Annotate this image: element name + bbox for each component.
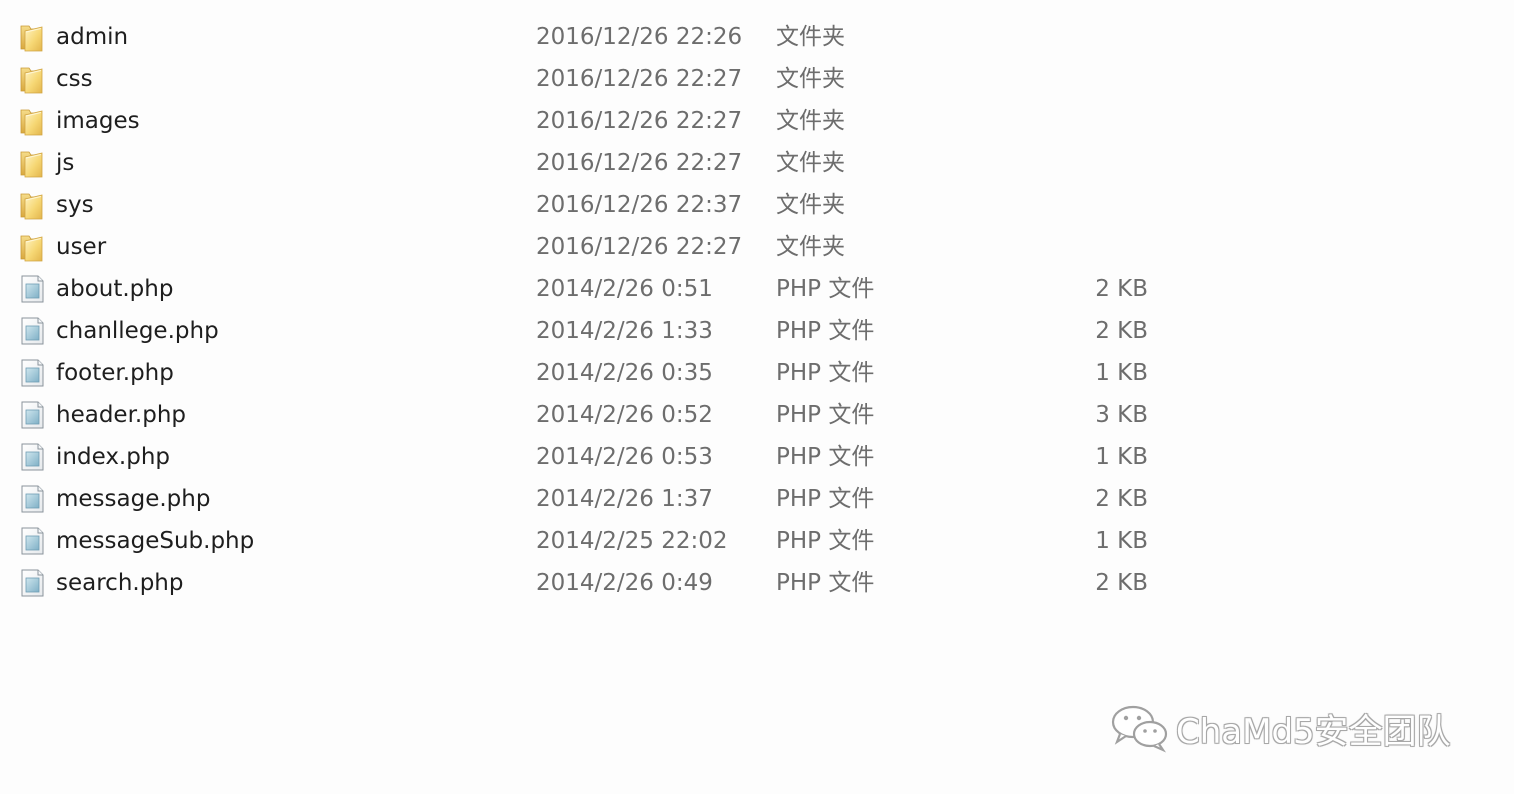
file-size: 2 KB [1095, 570, 1148, 596]
file-type: 文件夹 [776, 108, 845, 134]
file-name: chanllege.php [56, 318, 219, 344]
file-size: 2 KB [1095, 318, 1148, 344]
file-row-admin[interactable]: admin 2016/12/26 22:26 文件夹 [0, 16, 1514, 58]
file-date: 2014/2/26 0:51 [536, 276, 713, 302]
file-row-user[interactable]: user 2016/12/26 22:27 文件夹 [0, 226, 1514, 268]
file-type: PHP 文件 [776, 318, 875, 344]
file-row-js[interactable]: js 2016/12/26 22:27 文件夹 [0, 142, 1514, 184]
folder-icon [18, 148, 46, 178]
file-name: css [56, 66, 93, 92]
file-list: admin 2016/12/26 22:26 文件夹 css 2016/12/2… [0, 16, 1514, 604]
file-name: index.php [56, 444, 171, 470]
file-name: admin [56, 24, 129, 50]
file-row-about-php[interactable]: about.php 2014/2/26 0:51 PHP 文件 2 KB [0, 268, 1514, 310]
folder-icon [18, 232, 46, 262]
file-date: 2014/2/26 1:37 [536, 486, 713, 512]
folder-icon [18, 22, 46, 52]
file-name: message.php [56, 486, 211, 512]
file-date: 2014/2/26 0:52 [536, 402, 713, 428]
file-size: 3 KB [1095, 402, 1148, 428]
file-row-search-php[interactable]: search.php 2014/2/26 0:49 PHP 文件 2 KB [0, 562, 1514, 604]
file-size: 1 KB [1095, 528, 1148, 554]
file-name: messageSub.php [56, 528, 255, 554]
php-file-icon [18, 484, 46, 514]
file-date: 2014/2/26 1:33 [536, 318, 713, 344]
file-date: 2016/12/26 22:27 [536, 150, 743, 176]
file-type: PHP 文件 [776, 360, 875, 386]
file-type: 文件夹 [776, 150, 845, 176]
php-file-icon [18, 526, 46, 556]
file-date: 2014/2/25 22:02 [536, 528, 728, 554]
file-type: 文件夹 [776, 66, 845, 92]
file-date: 2014/2/26 0:53 [536, 444, 713, 470]
file-name: header.php [56, 402, 187, 428]
wechat-icon [1111, 705, 1168, 753]
folder-icon [18, 64, 46, 94]
file-type: PHP 文件 [776, 276, 875, 302]
file-row-css[interactable]: css 2016/12/26 22:27 文件夹 [0, 58, 1514, 100]
file-row-sys[interactable]: sys 2016/12/26 22:37 文件夹 [0, 184, 1514, 226]
file-date: 2016/12/26 22:27 [536, 108, 743, 134]
file-type: 文件夹 [776, 192, 845, 218]
file-name: search.php [56, 570, 184, 596]
watermark: ChaMd5安全团队 [1110, 700, 1451, 756]
file-size: 1 KB [1095, 360, 1148, 386]
file-name: footer.php [56, 360, 174, 386]
file-type: PHP 文件 [776, 570, 875, 596]
file-date: 2016/12/26 22:27 [536, 66, 743, 92]
file-type: PHP 文件 [776, 444, 875, 470]
file-name: images [56, 108, 140, 134]
php-file-icon [18, 568, 46, 598]
file-row-images[interactable]: images 2016/12/26 22:27 文件夹 [0, 100, 1514, 142]
file-date: 2014/2/26 0:49 [536, 570, 713, 596]
file-name: about.php [56, 276, 174, 302]
file-type: 文件夹 [776, 234, 845, 260]
watermark-text: ChaMd5安全团队 [1176, 711, 1451, 752]
file-size: 2 KB [1095, 276, 1148, 302]
php-file-icon [18, 400, 46, 430]
file-type: 文件夹 [776, 24, 845, 50]
file-row-messagesub-php[interactable]: messageSub.php 2014/2/25 22:02 PHP 文件 1 … [0, 520, 1514, 562]
file-row-footer-php[interactable]: footer.php 2014/2/26 0:35 PHP 文件 1 KB [0, 352, 1514, 394]
file-size: 2 KB [1095, 486, 1148, 512]
file-type: PHP 文件 [776, 486, 875, 512]
file-date: 2014/2/26 0:35 [536, 360, 713, 386]
php-file-icon [18, 358, 46, 388]
file-row-header-php[interactable]: header.php 2014/2/26 0:52 PHP 文件 3 KB [0, 394, 1514, 436]
folder-icon [18, 106, 46, 136]
file-name: user [56, 234, 107, 260]
file-name: js [56, 150, 75, 176]
file-type: PHP 文件 [776, 402, 875, 428]
file-row-message-php[interactable]: message.php 2014/2/26 1:37 PHP 文件 2 KB [0, 478, 1514, 520]
file-date: 2016/12/26 22:37 [536, 192, 743, 218]
file-row-index-php[interactable]: index.php 2014/2/26 0:53 PHP 文件 1 KB [0, 436, 1514, 478]
file-row-chanllege-php[interactable]: chanllege.php 2014/2/26 1:33 PHP 文件 2 KB [0, 310, 1514, 352]
file-size: 1 KB [1095, 444, 1148, 470]
php-file-icon [18, 316, 46, 346]
file-type: PHP 文件 [776, 528, 875, 554]
file-date: 2016/12/26 22:26 [536, 24, 743, 50]
php-file-icon [18, 442, 46, 472]
file-name: sys [56, 192, 94, 218]
folder-icon [18, 190, 46, 220]
file-date: 2016/12/26 22:27 [536, 234, 743, 260]
php-file-icon [18, 274, 46, 304]
